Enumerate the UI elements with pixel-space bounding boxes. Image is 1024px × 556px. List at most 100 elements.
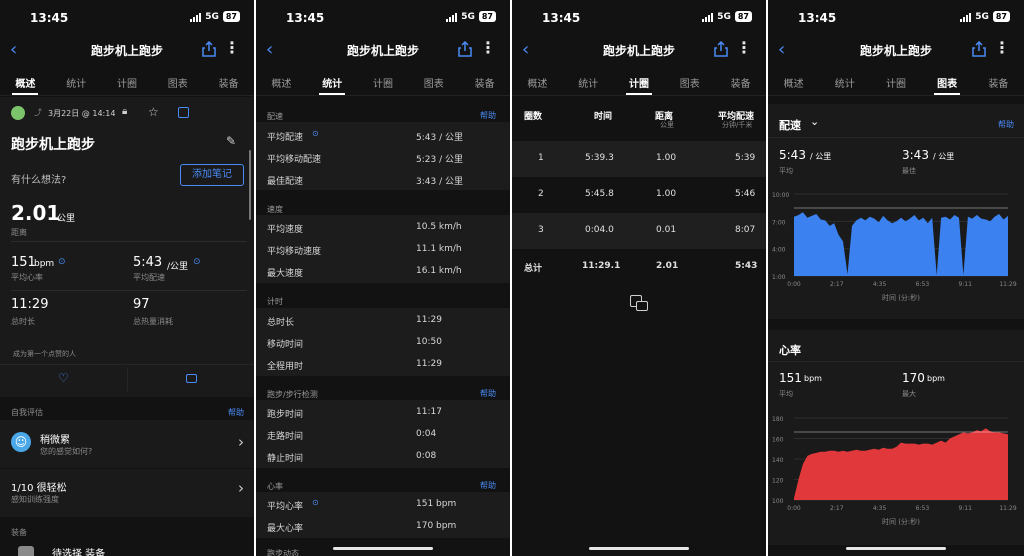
stat-value: 5:43 / 公里 [416, 133, 463, 143]
pace-section-header: 配速 [267, 112, 283, 121]
speed-section-header: 速度 [267, 205, 283, 214]
tab-laps[interactable]: 计圈 [117, 66, 137, 95]
stat-row: 移动时间 10:50 [256, 331, 510, 353]
y-tick-label: 1:00 [772, 274, 786, 281]
like-heart-icon[interactable]: ♡ [58, 371, 69, 385]
tab-laps[interactable]: 计圈 [625, 66, 652, 95]
share-icon[interactable] [714, 41, 728, 57]
tab-stats[interactable]: 统计 [66, 66, 86, 95]
timing-section: 总时长 11:29 移动时间 10:50 全程用时 11:29 [256, 308, 510, 376]
tab-gear[interactable]: 装备 [475, 66, 495, 95]
pace-chart[interactable]: 1:00 4:00 7:00 10:00 0:00 2:17 4:35 6:53 9:11 11:… [768, 186, 1024, 316]
share-icon[interactable] [202, 41, 216, 57]
scrollbar[interactable] [249, 150, 251, 220]
col-unit-distance: 公里 [660, 121, 674, 129]
photo-add-icon[interactable] [178, 107, 189, 118]
info-icon[interactable]: ⊙ [312, 498, 319, 507]
stat-label: 平均配速 [267, 133, 304, 143]
x-tick-label: 0:00 [787, 281, 801, 288]
lap-pace: 5:39 [735, 153, 756, 163]
hr-help-link[interactable]: 帮助 [480, 480, 496, 491]
info-icon[interactable]: ⊙ [193, 257, 201, 267]
lap-distance: 1.00 [656, 189, 677, 199]
status-time: 13:45 [30, 11, 69, 25]
info-icon[interactable]: ⊙ [312, 129, 319, 138]
stat-row: 最大心率 170 bpm [256, 515, 510, 537]
status-time: 13:45 [286, 11, 325, 25]
table-row[interactable]: 3 0:04.0 0.01 8:07 [512, 213, 766, 249]
laps-table-header: 圈数 时间 距离 公里 平均配速 分钟/千米 [512, 97, 766, 141]
series-area [794, 428, 1008, 500]
tab-charts[interactable]: 图表 [934, 66, 961, 95]
lap-distance: 0.01 [656, 225, 677, 235]
pace-chart-title: 配速 [779, 119, 801, 132]
tab-stats[interactable]: 统计 [319, 66, 346, 95]
x-tick-label: 6:53 [916, 505, 930, 512]
pace-help-link[interactable]: 帮助 [998, 119, 1014, 130]
add-note-button[interactable]: 添加笔记 [180, 164, 244, 186]
runwalk-section: 跑步时间 11:17 走路时间 0:04 静止时间 0:08 [256, 400, 510, 468]
effort-title: 1/10 很轻松 [11, 483, 67, 494]
self-eval-header: 自我评估 [11, 408, 43, 417]
x-tick-label: 0:00 [787, 505, 801, 512]
more-options-icon[interactable]: ⋮ [480, 38, 496, 57]
share-icon[interactable] [972, 41, 986, 57]
home-indicator[interactable] [333, 547, 433, 550]
feel-row[interactable]: ☺ 稍微累 您的感觉如何? › [0, 420, 254, 468]
y-tick-label: 10:00 [772, 192, 789, 199]
avatar[interactable] [11, 106, 25, 120]
tab-stats[interactable]: 统计 [835, 66, 855, 95]
lock-icon[interactable]: 🔒︎ [122, 106, 127, 117]
avg-pace-unit: /公里 [167, 262, 189, 272]
tab-gear[interactable]: 装备 [731, 66, 751, 95]
tab-overview[interactable]: 概述 [784, 66, 804, 95]
comment-icon[interactable] [186, 374, 197, 383]
hr-chart-card: 心率 151 bpm 平均 170 bpm 最大 100 120 140 160 180… [768, 330, 1024, 545]
total-distance: 2.01 [656, 261, 679, 271]
lap-time: 0:04.0 [585, 225, 614, 235]
gear-item[interactable]: 待选择 装备 [52, 545, 105, 556]
effort-row[interactable]: 1/10 很轻松 感知训练强度 › [0, 469, 254, 517]
stat-row: 平均配速 ⊙ 5:43 / 公里 [256, 124, 510, 146]
share-icon[interactable] [458, 41, 472, 57]
stat-value: 11:17 [416, 407, 442, 417]
star-icon[interactable]: ☆ [148, 105, 159, 119]
chevron-right-icon: › [238, 479, 244, 497]
info-icon[interactable]: ⊙ [58, 257, 66, 267]
avg-hr-unit: bpm [34, 259, 55, 269]
tab-gear[interactable]: 装备 [219, 66, 239, 95]
edit-pencil-icon[interactable]: ✎ [226, 134, 236, 148]
chevron-down-icon[interactable]: ⌄ [810, 115, 819, 128]
pace-section: 平均配速 ⊙ 5:43 / 公里 平均移动配速 5:23 / 公里 最佳配速 3:43 … [256, 122, 510, 190]
hr-chart[interactable]: 100 120 140 160 180 0:00 2:17 4:35 6:53 9:11 11:29… [768, 410, 1024, 540]
tab-overview[interactable]: 概述 [527, 66, 547, 95]
runwalk-help-link[interactable]: 帮助 [480, 388, 496, 399]
tab-overview[interactable]: 概述 [12, 66, 39, 95]
x-axis-label: 时间 (分:秒) [882, 293, 920, 302]
stat-value: 170 bpm [416, 521, 457, 531]
table-row[interactable]: 1 5:39.3 1.00 5:39 [512, 141, 766, 177]
tab-charts[interactable]: 图表 [168, 66, 188, 95]
table-row[interactable]: 2 5:45.8 1.00 5:46 [512, 177, 766, 213]
tab-stats[interactable]: 统计 [578, 66, 598, 95]
tab-laps[interactable]: 计圈 [373, 66, 393, 95]
more-options-icon[interactable]: ⋮ [224, 38, 240, 57]
tab-charts[interactable]: 图表 [424, 66, 444, 95]
distance-unit: 公里 [57, 214, 76, 224]
more-options-icon[interactable]: ⋮ [736, 38, 752, 57]
tab-laps[interactable]: 计圈 [886, 66, 906, 95]
lap-time: 5:39.3 [585, 153, 614, 163]
home-indicator[interactable] [589, 547, 689, 550]
y-tick-label: 180 [772, 416, 784, 423]
stats-help-link[interactable]: 帮助 [480, 110, 496, 121]
tab-overview[interactable]: 概述 [271, 66, 291, 95]
tab-gear[interactable]: 装备 [988, 66, 1008, 95]
pace-avg-unit: / 公里 [810, 152, 832, 161]
x-tick-label: 11:29 [999, 281, 1016, 288]
home-indicator[interactable] [846, 547, 946, 550]
effort-subtitle: 感知训练强度 [11, 495, 59, 504]
self-eval-help-link[interactable]: 帮助 [228, 407, 244, 418]
tab-charts[interactable]: 图表 [680, 66, 700, 95]
more-options-icon[interactable]: ⋮ [994, 38, 1010, 57]
lap-number: 1 [538, 153, 544, 163]
